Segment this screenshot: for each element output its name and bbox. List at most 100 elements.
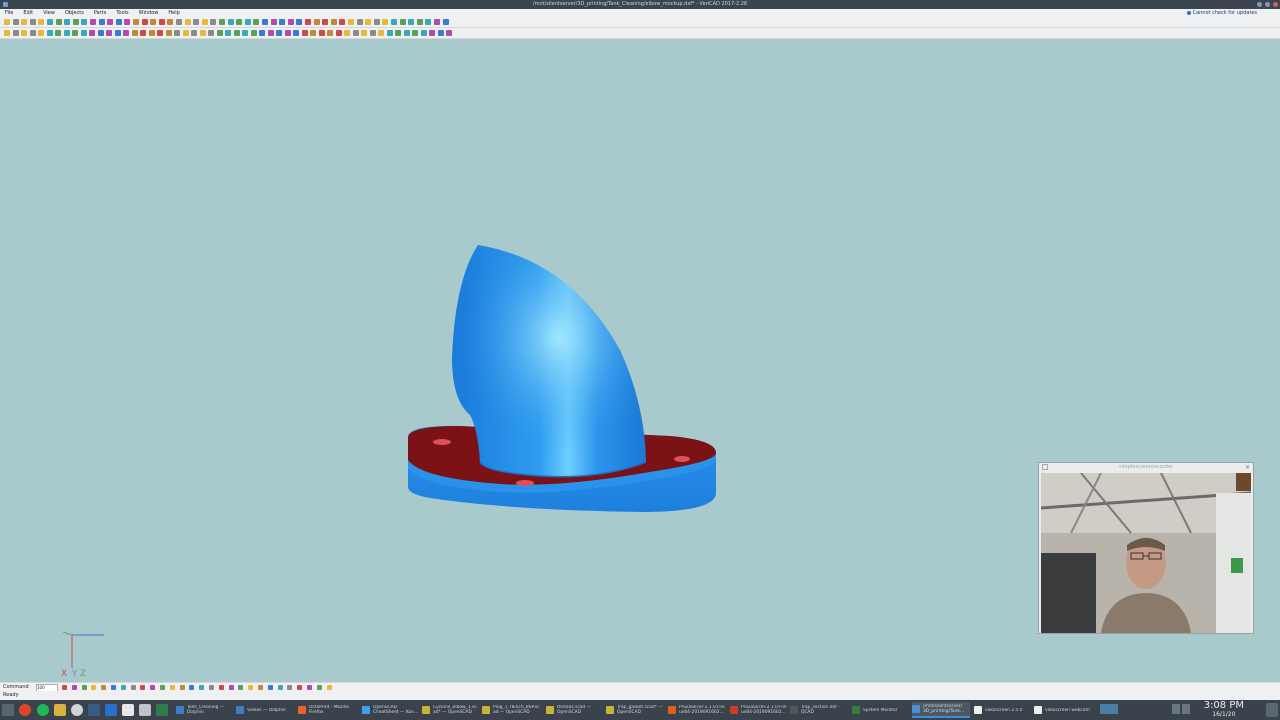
draw-tool-icon-26[interactable] bbox=[216, 30, 223, 36]
taskbar-item[interactable]: vokoscreen webcam bbox=[1034, 702, 1092, 718]
draw-tool-icon-39[interactable] bbox=[327, 30, 333, 36]
terminal-icon[interactable] bbox=[105, 704, 117, 716]
menu-file[interactable]: File bbox=[0, 9, 18, 17]
draw-tool-icon-37[interactable] bbox=[310, 30, 316, 36]
menu-edit[interactable]: Edit bbox=[18, 9, 38, 17]
command-tool-icon-18[interactable] bbox=[228, 685, 234, 690]
main-tool-icon-26[interactable] bbox=[219, 19, 225, 25]
main-tool-icon-25[interactable] bbox=[210, 19, 217, 25]
draw-tool-icon-14[interactable] bbox=[114, 30, 121, 36]
draw-tool-icon-47[interactable] bbox=[395, 30, 401, 36]
command-tool-icon-8[interactable] bbox=[130, 685, 136, 690]
draw-tool-icon-32[interactable] bbox=[267, 30, 274, 36]
main-tool-icon-50[interactable] bbox=[425, 19, 432, 25]
command-tool-icon-12[interactable] bbox=[169, 685, 175, 690]
draw-tool-icon-48[interactable] bbox=[403, 30, 410, 36]
draw-tool-icon-36[interactable] bbox=[301, 30, 308, 36]
command-tool-icon-10[interactable] bbox=[150, 685, 156, 690]
command-tool-icon-26[interactable] bbox=[307, 685, 312, 690]
main-tool-icon-14[interactable] bbox=[115, 19, 122, 25]
command-tool-icon-4[interactable] bbox=[91, 685, 97, 690]
command-tool-icon-15[interactable] bbox=[199, 685, 205, 690]
menu-objects[interactable]: Objects bbox=[60, 9, 89, 17]
draw-tool-icon-24[interactable] bbox=[199, 30, 206, 36]
main-tool-icon-33[interactable] bbox=[279, 19, 286, 25]
command-tool-icon-23[interactable] bbox=[277, 685, 283, 690]
application-launcher-icon[interactable] bbox=[2, 704, 14, 716]
taskbar-item[interactable]: Trap_gasket.scad* — OpenSCAD bbox=[606, 702, 664, 718]
taskbar-item[interactable]: Trap_section.dxf - QCAD bbox=[790, 702, 848, 718]
menu-parts[interactable]: Parts bbox=[89, 9, 111, 17]
main-tool-icon-42[interactable] bbox=[356, 19, 363, 25]
draw-tool-icon-12[interactable] bbox=[97, 30, 104, 36]
main-tool-icon-43[interactable] bbox=[365, 19, 372, 25]
main-tool-icon-46[interactable] bbox=[391, 19, 397, 25]
draw-tool-icon-46[interactable] bbox=[386, 30, 393, 36]
menu-help[interactable]: Help bbox=[163, 9, 184, 17]
main-tool-icon-1[interactable] bbox=[4, 19, 10, 25]
close-icon[interactable]: ✕ bbox=[1245, 464, 1250, 471]
command-tool-icon-28[interactable] bbox=[326, 685, 332, 690]
draw-tool-icon-4[interactable] bbox=[29, 30, 36, 36]
taskbar-item[interactable]: OpenSCAD CheatSheet — Kon... bbox=[362, 702, 420, 718]
draw-tool-icon-21[interactable] bbox=[174, 30, 180, 36]
taskbar-item[interactable]: PrusaSlicer-2.1.0+lin ux64-2019091602... bbox=[668, 702, 726, 718]
draw-tool-icon-30[interactable] bbox=[250, 30, 257, 36]
taskbar-item[interactable]: threads.scad — OpenSCAD bbox=[546, 702, 604, 718]
screenshot-icon[interactable] bbox=[122, 704, 134, 716]
main-tool-icon-51[interactable] bbox=[434, 19, 440, 25]
main-tool-icon-52[interactable] bbox=[442, 19, 449, 25]
taskbar-item[interactable]: System Monitor bbox=[852, 702, 910, 718]
main-tool-icon-13[interactable] bbox=[107, 19, 114, 25]
draw-tool-icon-9[interactable] bbox=[72, 30, 78, 36]
main-tool-icon-15[interactable] bbox=[124, 19, 131, 25]
openscad-icon[interactable] bbox=[54, 704, 66, 716]
draw-tool-icon-17[interactable] bbox=[140, 30, 146, 36]
main-tool-icon-31[interactable] bbox=[262, 19, 268, 25]
draw-tool-icon-15[interactable] bbox=[123, 30, 129, 36]
command-tool-icon-6[interactable] bbox=[111, 685, 116, 690]
main-tool-icon-27[interactable] bbox=[227, 19, 234, 25]
menu-view[interactable]: View bbox=[38, 9, 60, 17]
draw-tool-icon-13[interactable] bbox=[106, 30, 112, 36]
main-tool-icon-36[interactable] bbox=[305, 19, 311, 25]
draw-tool-icon-53[interactable] bbox=[446, 30, 452, 36]
draw-tool-icon-23[interactable] bbox=[191, 30, 197, 36]
main-tool-icon-29[interactable] bbox=[244, 19, 251, 25]
draw-tool-icon-3[interactable] bbox=[21, 30, 27, 36]
draw-tool-icon-11[interactable] bbox=[89, 30, 95, 36]
main-tool-icon-23[interactable] bbox=[193, 19, 200, 25]
main-tool-icon-41[interactable] bbox=[348, 19, 354, 25]
webcam-window[interactable]: simplescreenrecorder ✕ bbox=[1038, 462, 1254, 634]
command-tool-icon-7[interactable] bbox=[120, 685, 126, 690]
taskbar-item[interactable]: Plug_1.78inch_BSP.sc ad — OpenSCAD bbox=[482, 702, 540, 718]
bluetooth-icon[interactable] bbox=[1158, 704, 1166, 714]
main-tool-icon-2[interactable] bbox=[12, 19, 19, 25]
draw-tool-icon-22[interactable] bbox=[182, 30, 189, 36]
draw-tool-icon-28[interactable] bbox=[233, 30, 240, 36]
command-tool-icon-13[interactable] bbox=[179, 685, 185, 690]
draw-tool-icon-35[interactable] bbox=[293, 30, 299, 36]
draw-tool-icon-50[interactable] bbox=[420, 30, 427, 36]
main-tool-icon-22[interactable] bbox=[184, 19, 191, 25]
search-icon[interactable] bbox=[71, 704, 83, 716]
menu-window[interactable]: Window bbox=[134, 9, 164, 17]
maximize-icon[interactable] bbox=[1265, 2, 1270, 7]
show-desktop-button[interactable] bbox=[1266, 703, 1278, 717]
draw-tool-icon-45[interactable] bbox=[378, 30, 384, 36]
taskbar-item[interactable]: vokoscreen 2.5.0 bbox=[974, 702, 1032, 718]
close-icon[interactable] bbox=[1273, 2, 1278, 7]
draw-tool-icon-5[interactable] bbox=[38, 30, 44, 36]
chrome-icon[interactable] bbox=[19, 704, 31, 716]
draw-tool-icon-2[interactable] bbox=[12, 30, 19, 36]
command-tool-icon-20[interactable] bbox=[248, 685, 254, 690]
command-tool-icon-27[interactable] bbox=[316, 685, 322, 690]
draw-tool-icon-43[interactable] bbox=[361, 30, 367, 36]
command-tool-icon-5[interactable] bbox=[101, 685, 107, 690]
main-tool-icon-34[interactable] bbox=[287, 19, 294, 25]
draw-tool-icon-38[interactable] bbox=[318, 30, 325, 36]
draw-tool-icon-18[interactable] bbox=[148, 30, 155, 36]
taskbar-item[interactable]: Cyclone_elbow_1.sc ad* — OpenSCAD bbox=[422, 702, 480, 718]
spotify-icon[interactable] bbox=[37, 704, 49, 716]
draw-tool-icon-34[interactable] bbox=[284, 30, 291, 36]
